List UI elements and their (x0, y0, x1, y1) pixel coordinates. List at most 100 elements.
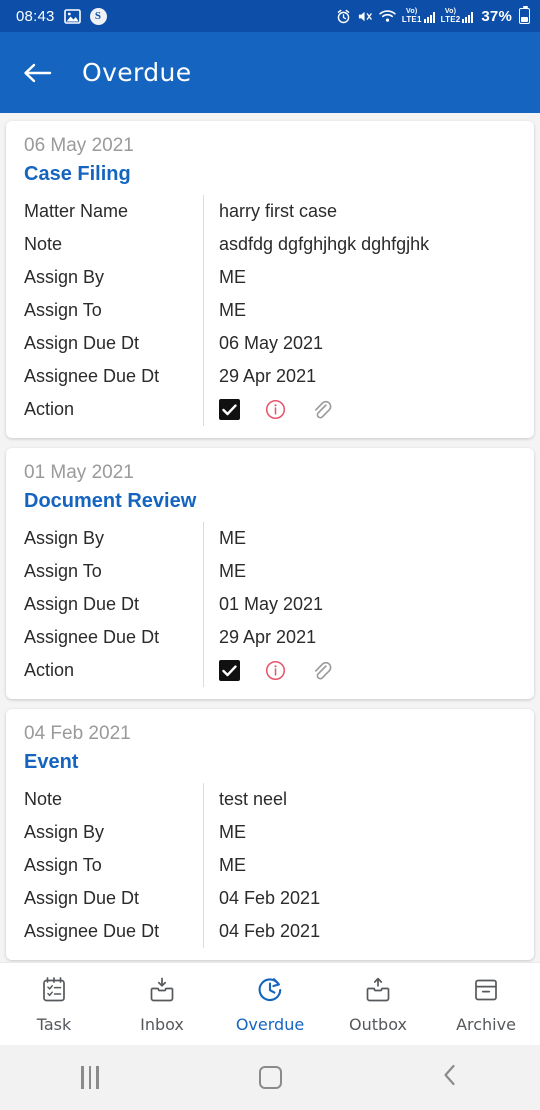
detail-value: 29 Apr 2021 (219, 627, 317, 647)
back-button[interactable] (360, 1063, 540, 1092)
detail-label: Assign Due Dt (24, 333, 140, 353)
action-row: Action (6, 393, 534, 426)
task-card[interactable]: 04 Feb 2021 Event Note test neel Assign … (6, 709, 534, 960)
tab-label: Outbox (349, 1014, 407, 1034)
detail-label: Assign Due Dt (24, 594, 140, 614)
detail-label: Assign By (24, 267, 105, 287)
detail-value: ME (219, 822, 246, 842)
battery-percent-label: 37% (481, 7, 512, 25)
detail-value: test neel (219, 789, 288, 809)
checklist-icon (39, 975, 69, 1010)
network-1-icon: Vo) LTE1 (401, 8, 435, 24)
detail-row: Note asdfdg dgfghjhgk dghfgjhk (6, 228, 534, 261)
detail-value: asdfdg dgfghjhgk dghfgjhk (219, 234, 430, 254)
alarm-icon (336, 9, 351, 24)
recents-icon (81, 1066, 99, 1089)
task-list-scroll[interactable]: 06 May 2021 Case Filing Matter Name harr… (0, 113, 540, 962)
status-bar-clock: 08:43 (16, 7, 55, 25)
system-navigation-bar (0, 1045, 540, 1110)
detail-value: harry first case (219, 201, 338, 221)
mute-icon (357, 9, 373, 24)
detail-label: Assign To (24, 855, 102, 875)
card-detail-rows: Note test neel Assign By ME Assign To ME… (6, 783, 534, 948)
detail-row: Matter Name harry first case (6, 195, 534, 228)
detail-value: 04 Feb 2021 (219, 921, 321, 941)
status-bar: 08:43 S Vo) LTE1 Vo) LTE2 37% (0, 0, 540, 32)
detail-label: Assign By (24, 822, 105, 842)
tab-inbox[interactable]: Inbox (108, 975, 216, 1034)
detail-row: Assign Due Dt 04 Feb 2021 (6, 882, 534, 915)
network-2-type: LTE2 (440, 14, 461, 24)
attachment-icon[interactable] (311, 660, 332, 682)
inbox-tray-icon (147, 975, 177, 1010)
back-chevron-icon (439, 1063, 461, 1092)
detail-value: ME (219, 528, 246, 548)
tab-label: Inbox (140, 1014, 184, 1034)
attachment-icon[interactable] (311, 399, 332, 421)
detail-value: ME (219, 855, 246, 875)
action-label: Action (24, 660, 75, 680)
skype-icon: S (89, 7, 107, 25)
tab-label: Overdue (235, 1014, 305, 1034)
tab-label: Archive (456, 1014, 516, 1034)
archive-box-icon (471, 975, 501, 1010)
card-detail-rows: Assign By ME Assign To ME Assign Due Dt … (6, 522, 534, 687)
action-row: Action (6, 654, 534, 687)
card-title[interactable]: Document Review (6, 490, 534, 513)
home-button[interactable] (180, 1066, 360, 1089)
detail-row: Assignee Due Dt 04 Feb 2021 (6, 915, 534, 948)
detail-label: Assignee Due Dt (24, 627, 160, 647)
detail-value: 04 Feb 2021 (219, 888, 321, 908)
network-1-type: LTE1 (401, 14, 422, 24)
status-bar-left: 08:43 S (16, 7, 107, 25)
action-buttons (203, 399, 332, 421)
detail-row: Assign To ME (6, 849, 534, 882)
network-2-icon: Vo) LTE2 (440, 8, 474, 24)
card-date: 04 Feb 2021 (24, 723, 131, 744)
detail-row: Assign By ME (6, 522, 534, 555)
task-card[interactable]: 06 May 2021 Case Filing Matter Name harr… (6, 121, 534, 438)
card-date: 01 May 2021 (24, 462, 134, 483)
outbox-tray-icon (363, 975, 393, 1010)
detail-label: Assign To (24, 561, 102, 581)
card-date: 06 May 2021 (24, 135, 134, 156)
detail-label: Assignee Due Dt (24, 921, 160, 941)
task-card[interactable]: 01 May 2021 Document Review Assign By ME… (6, 448, 534, 699)
detail-label: Assign Due Dt (24, 888, 140, 908)
detail-row: Assign To ME (6, 555, 534, 588)
tab-task[interactable]: Task (0, 975, 108, 1034)
back-arrow-icon[interactable] (22, 61, 52, 85)
app-bar: Overdue (0, 32, 540, 113)
detail-value: ME (219, 561, 246, 581)
detail-value: 06 May 2021 (219, 333, 324, 353)
detail-row: Assignee Due Dt 29 Apr 2021 (6, 621, 534, 654)
card-title[interactable]: Case Filing (6, 163, 534, 186)
clock-history-icon (255, 975, 285, 1010)
tab-archive[interactable]: Archive (432, 975, 540, 1034)
detail-label: Assign By (24, 528, 105, 548)
action-buttons (203, 660, 332, 682)
detail-row: Note test neel (6, 783, 534, 816)
checkbox-checked-icon[interactable] (219, 399, 240, 420)
recents-button[interactable] (0, 1066, 180, 1089)
detail-row: Assignee Due Dt 29 Apr 2021 (6, 360, 534, 393)
status-bar-right: Vo) LTE1 Vo) LTE2 37% (336, 6, 530, 25)
detail-label: Note (24, 234, 63, 254)
bottom-tab-bar: Task Inbox Overdue Outbox Archive (0, 962, 540, 1045)
home-icon (258, 1066, 282, 1089)
wifi-icon (379, 9, 396, 23)
checkbox-checked-icon[interactable] (219, 660, 240, 681)
detail-value: ME (219, 300, 246, 320)
detail-label: Assignee Due Dt (24, 366, 160, 386)
detail-row: Assign By ME (6, 261, 534, 294)
tab-outbox[interactable]: Outbox (324, 975, 432, 1034)
tab-label: Task (36, 1014, 72, 1034)
info-circle-icon[interactable] (265, 660, 286, 681)
card-title[interactable]: Event (6, 751, 534, 774)
card-detail-rows: Matter Name harry first case Note asdfdg… (6, 195, 534, 426)
tab-overdue[interactable]: Overdue (216, 975, 324, 1034)
detail-label: Matter Name (24, 201, 129, 221)
detail-value: ME (219, 267, 246, 287)
info-circle-icon[interactable] (265, 399, 286, 420)
action-label: Action (24, 399, 75, 419)
